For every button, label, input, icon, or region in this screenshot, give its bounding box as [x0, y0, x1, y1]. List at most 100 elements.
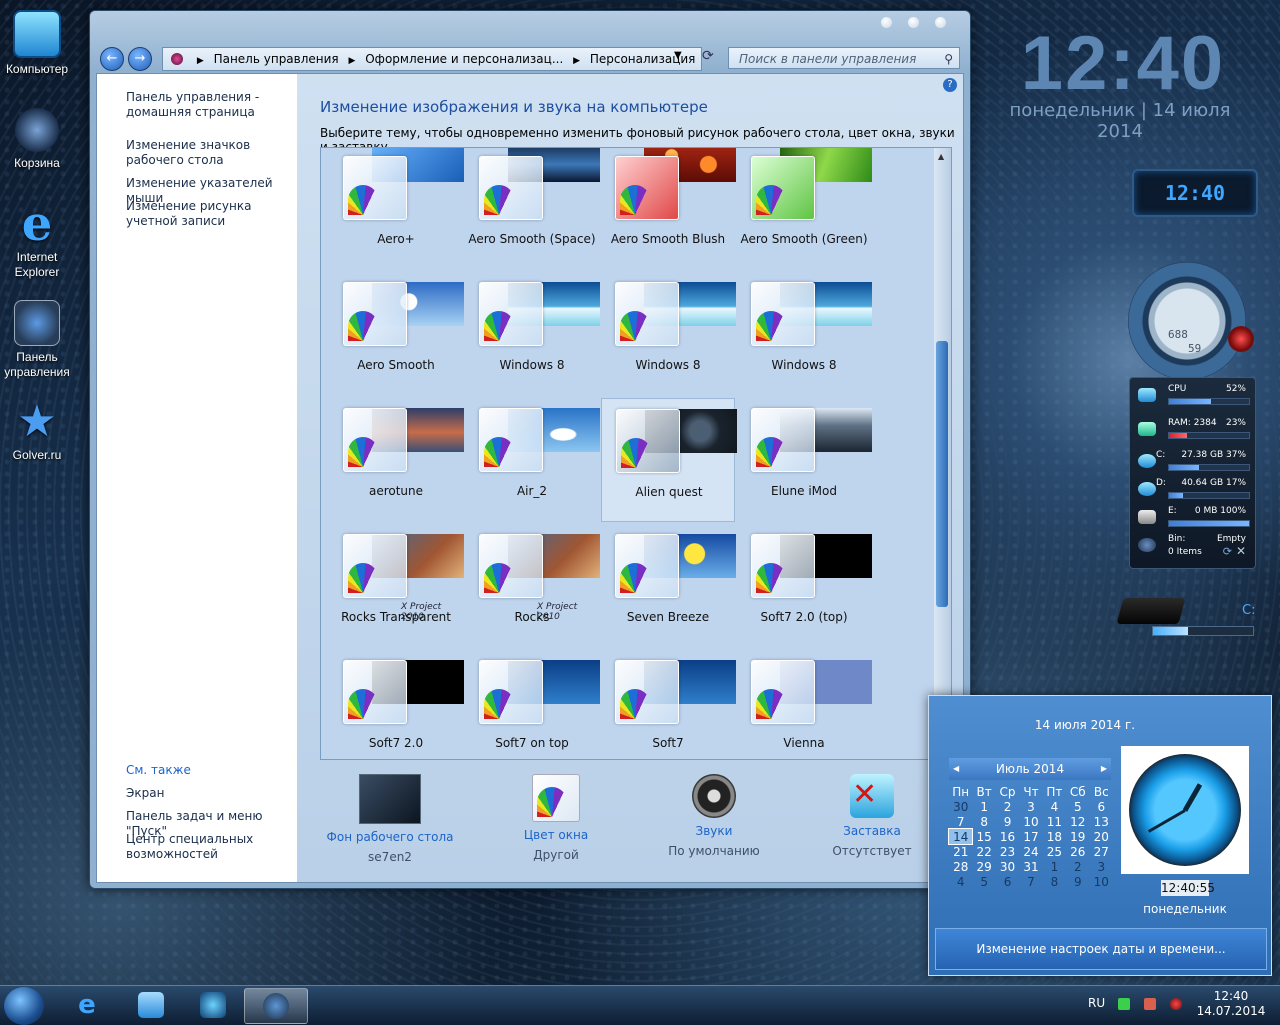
calendar-day[interactable]: 6: [996, 874, 1019, 889]
theme-tile[interactable]: Windows 8: [601, 272, 736, 396]
scroll-up-icon[interactable]: ▲: [938, 152, 944, 161]
calendar-day[interactable]: 6: [1090, 799, 1113, 814]
calendar-day[interactable]: 5: [1066, 799, 1089, 814]
calendar-day[interactable]: 1: [972, 799, 995, 814]
calendar-day[interactable]: 19: [1066, 829, 1089, 844]
calendar-day[interactable]: 3: [1090, 859, 1113, 874]
theme-tile[interactable]: Aero Smooth (Space): [465, 148, 600, 270]
calendar-day[interactable]: 8: [1043, 874, 1066, 889]
refresh-icon[interactable]: ⟳: [1223, 545, 1232, 558]
taskbar-clock[interactable]: 12:40 14.07.2014: [1186, 989, 1276, 1019]
next-month-icon[interactable]: ▶: [1101, 758, 1107, 780]
sidebar-link-home[interactable]: Панель управления - домашняя страница: [126, 90, 296, 120]
calendar-day[interactable]: 1: [1043, 859, 1066, 874]
theme-tile[interactable]: Alien quest: [601, 398, 737, 522]
search-icon[interactable]: ⚲: [944, 48, 953, 70]
theme-tile[interactable]: Soft7 2.0: [329, 650, 464, 759]
calendar-day[interactable]: 27: [1090, 844, 1113, 859]
chevron-down-icon[interactable]: ▼: [674, 50, 682, 61]
close-button[interactable]: [935, 17, 946, 28]
calendar-day[interactable]: 16: [996, 829, 1019, 844]
theme-tile[interactable]: Vienna: [737, 650, 872, 759]
previous-month-icon[interactable]: ◀: [953, 758, 959, 780]
address-bar[interactable]: ▶ Панель управления ▶ Оформление и персо…: [162, 47, 702, 71]
theme-tile[interactable]: Windows 8: [737, 272, 872, 396]
calendar-day[interactable]: 7: [1019, 874, 1042, 889]
calendar-day[interactable]: 2: [1066, 859, 1089, 874]
theme-tile[interactable]: X Project 2010 Rocks Transparent: [329, 524, 464, 648]
theme-tile[interactable]: Soft7 2.0 (top): [737, 524, 872, 648]
calendar-day[interactable]: 25: [1043, 844, 1066, 859]
calendar-day[interactable]: 14: [947, 828, 974, 845]
change-date-time-link[interactable]: Изменение настроек даты и времени...: [935, 928, 1267, 970]
tray-app-icon[interactable]: [1144, 998, 1156, 1010]
screensaver-button[interactable]: ✕ Заставка Отсутствует: [802, 774, 942, 858]
calendar-day[interactable]: 17: [1019, 829, 1042, 844]
theme-tile[interactable]: Seven Breeze: [601, 524, 736, 648]
calendar-day[interactable]: 20: [1090, 829, 1113, 844]
calendar-day[interactable]: 18: [1043, 829, 1066, 844]
taskbar-media-player[interactable]: [182, 988, 244, 1022]
calendar-day[interactable]: 4: [949, 874, 972, 889]
calendar-day[interactable]: 9: [1066, 874, 1089, 889]
sounds-button[interactable]: Звуки По умолчанию: [644, 774, 784, 858]
refresh-icon[interactable]: ⟳: [702, 48, 714, 64]
taskbar-windows-explorer[interactable]: [120, 988, 182, 1022]
calendar-day[interactable]: 31: [1019, 859, 1042, 874]
volume-icon[interactable]: [1170, 998, 1182, 1010]
calendar-day[interactable]: 23: [996, 844, 1019, 859]
calendar-day[interactable]: 10: [1090, 874, 1113, 889]
search-input[interactable]: Поиск в панели управления ⚲: [728, 47, 960, 69]
calendar-day[interactable]: 22: [972, 844, 995, 859]
close-icon[interactable]: ✕: [1236, 544, 1246, 558]
theme-tile[interactable]: Soft7 on top: [465, 650, 600, 759]
calendar-day[interactable]: 5: [972, 874, 995, 889]
theme-tile[interactable]: Aero Smooth (Green): [737, 148, 872, 270]
theme-tile[interactable]: Aero+: [329, 148, 464, 270]
calendar-day[interactable]: 30: [996, 859, 1019, 874]
network-icon[interactable]: [1118, 998, 1130, 1010]
maximize-button[interactable]: [908, 17, 919, 28]
gallery-scrollbar[interactable]: ▲ ▼: [934, 148, 951, 759]
calendar-day[interactable]: 3: [1019, 799, 1042, 814]
help-icon[interactable]: ?: [943, 78, 957, 92]
see-also-link-accessibility[interactable]: Центр специальных возможностей: [126, 832, 296, 862]
calendar-day[interactable]: 29: [972, 859, 995, 874]
month-title[interactable]: Июль 2014: [996, 762, 1064, 776]
calendar-day[interactable]: 8: [972, 814, 995, 829]
breadcrumb-item[interactable]: Панель управления: [214, 52, 339, 66]
calendar-day[interactable]: 24: [1019, 844, 1042, 859]
theme-tile[interactable]: Air_2: [465, 398, 600, 522]
calendar-day[interactable]: 30: [949, 799, 972, 814]
theme-tile[interactable]: Aero Smooth: [329, 272, 464, 396]
calendar-day[interactable]: 12: [1066, 814, 1089, 829]
taskbar-internet-explorer[interactable]: e: [56, 988, 118, 1022]
theme-tile[interactable]: Windows 8: [465, 272, 600, 396]
scrollbar-thumb[interactable]: [936, 341, 948, 607]
calendar-day[interactable]: 7: [949, 814, 972, 829]
calendar-day[interactable]: 11: [1043, 814, 1066, 829]
back-button[interactable]: ←: [100, 47, 124, 71]
desktop-icon-golver[interactable]: ★ Golver.ru: [0, 400, 74, 463]
breadcrumb-item[interactable]: Оформление и персонализац...: [365, 52, 563, 66]
calendar-day[interactable]: 26: [1066, 844, 1089, 859]
theme-tile[interactable]: Aero Smooth Blush: [601, 148, 736, 270]
sidebar-link-account-picture[interactable]: Изменение рисунка учетной записи: [126, 199, 296, 229]
desktop-icon-control-panel[interactable]: Панель управления: [0, 300, 74, 380]
calendar-day[interactable]: 4: [1043, 799, 1066, 814]
window-color-button[interactable]: Цвет окна Другой: [486, 774, 626, 862]
calendar-day[interactable]: 28: [949, 859, 972, 874]
calendar-day[interactable]: 21: [949, 844, 972, 859]
desktop-icon-internet-explorer[interactable]: e Internet Explorer: [0, 200, 74, 280]
calendar-day[interactable]: 15: [972, 829, 995, 844]
language-indicator[interactable]: RU: [1088, 996, 1105, 1010]
theme-tile[interactable]: Elune iMod: [737, 398, 872, 522]
sidebar-link-desktop-icons[interactable]: Изменение значков рабочего стола: [126, 138, 296, 168]
taskbar-control-panel[interactable]: [244, 988, 308, 1024]
see-also-link-display[interactable]: Экран: [126, 786, 296, 801]
current-date-header[interactable]: 14 июля 2014 г.: [929, 718, 1271, 732]
forward-button[interactable]: →: [128, 47, 152, 71]
calendar-day[interactable]: 9: [996, 814, 1019, 829]
desktop-background-button[interactable]: Фон рабочего стола se7en2: [320, 774, 460, 864]
calendar-day[interactable]: 13: [1090, 814, 1113, 829]
